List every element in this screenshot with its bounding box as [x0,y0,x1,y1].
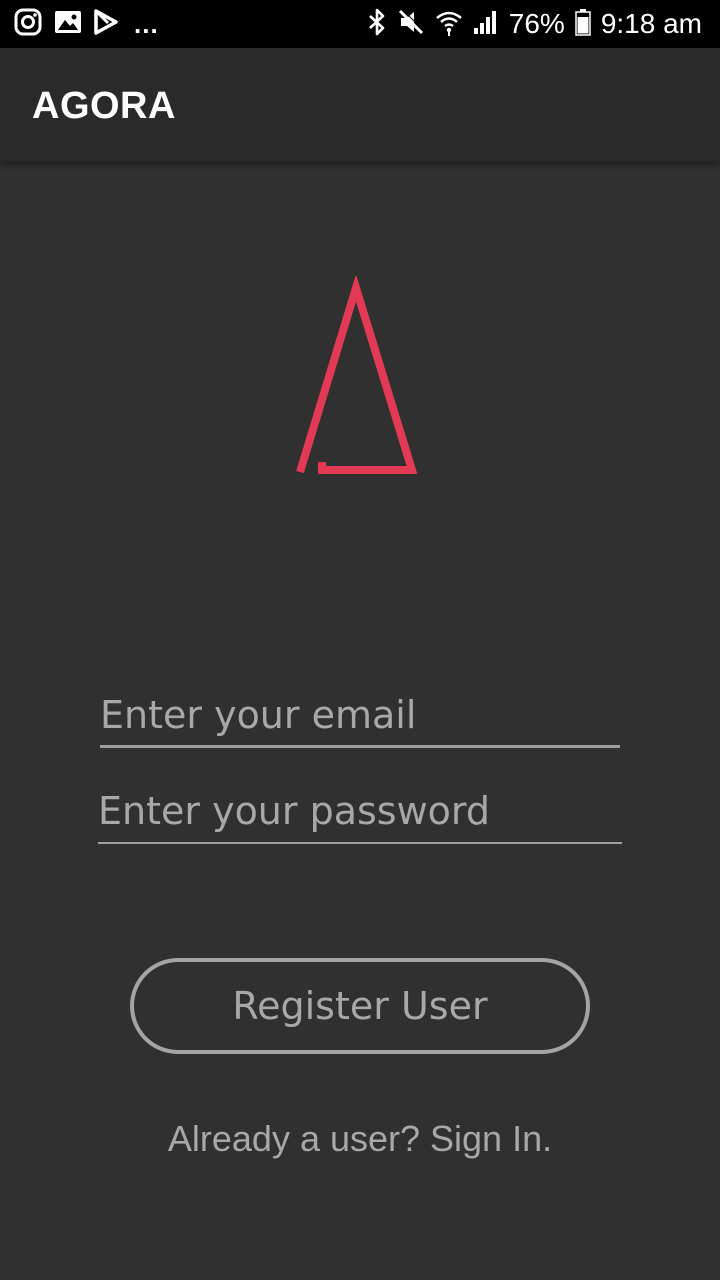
app-title: AGORA [32,85,176,127]
app-bar: AGORA [0,48,720,162]
status-bar: ... 76% 9:18 am [0,0,720,48]
battery-percentage: 76% [508,8,565,39]
status-left-icons: ... [14,8,159,40]
clock: 9:18 am [600,8,702,39]
agora-logo-icon [290,274,422,480]
play-store-icon [94,8,118,40]
mute-icon [397,8,425,41]
sign-in-link[interactable]: Already a user? Sign In. [0,1116,720,1162]
bluetooth-icon [367,7,387,42]
gallery-icon [54,9,82,40]
instagram-icon [14,8,42,41]
email-field[interactable] [100,684,620,748]
status-right-icons: 76% 9:18 am [367,6,702,42]
password-field[interactable] [98,780,622,844]
register-user-button[interactable]: Register User [130,958,590,1054]
signal-icon [473,9,499,40]
notification-overflow: ... [134,9,159,39]
battery-icon [575,8,591,41]
wifi-icon [435,8,463,41]
